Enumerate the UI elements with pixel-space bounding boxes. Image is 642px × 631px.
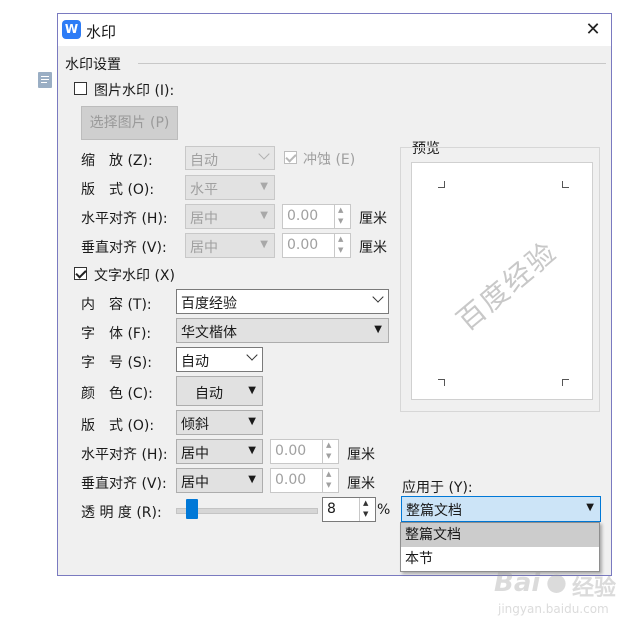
dropdown-arrow-icon: ▼ [248, 385, 256, 396]
group-divider [138, 63, 606, 64]
dropdown-arrow-icon: ▼ [374, 324, 382, 335]
text-v-align-select[interactable]: 居中 ▼ [176, 468, 263, 493]
text-watermark-checkbox[interactable] [74, 267, 87, 280]
picture-h-align-select[interactable]: 居中 ▼ [185, 204, 275, 229]
dropdown-arrow-icon: ▼ [248, 416, 256, 427]
wps-app-icon: W [62, 20, 81, 39]
close-icon[interactable]: ✕ [581, 18, 605, 42]
baidu-paw-icon: ● [546, 568, 567, 596]
text-v-offset-spinner[interactable]: 0.00 ▲ ▼ [270, 468, 339, 493]
font-select[interactable]: 华文楷体 ▼ [176, 318, 389, 343]
picture-layout-label: 版 式 (O): [81, 182, 155, 198]
dropdown-arrow-icon: ▼ [260, 181, 268, 192]
apply-to-select[interactable]: 整篇文档 ▼ [401, 496, 601, 522]
spin-down-icon[interactable]: ▼ [326, 481, 331, 489]
document-icon [38, 72, 52, 88]
spin-up-icon[interactable]: ▲ [326, 470, 331, 478]
margin-mark-top-right [562, 181, 569, 188]
text-v-align-label: 垂直对齐 (V): [81, 476, 167, 492]
preview-watermark-text: 百度经验 [450, 234, 564, 338]
transparency-spinner[interactable]: 8 ▲ ▼ [322, 497, 376, 522]
picture-v-offset-spinner[interactable]: 0.00 ▲ ▼ [282, 233, 351, 258]
apply-option-whole-document[interactable]: 整篇文档 [401, 523, 599, 547]
select-picture-button[interactable]: 选择图片 (P) [81, 106, 178, 140]
spin-down-icon[interactable]: ▼ [326, 452, 331, 460]
dropdown-arrow-icon: ▼ [260, 210, 268, 221]
text-watermark-label: 文字水印 (X) [94, 268, 175, 284]
transparency-unit: % [377, 502, 391, 518]
baidu-jingyan-watermark: Bai ● 经验 jingyan.baidu.com [492, 566, 638, 626]
dropdown-arrow-icon: ▼ [248, 445, 256, 456]
chevron-down-icon [246, 349, 258, 361]
picture-h-align-label: 水平对齐 (H): [81, 211, 168, 227]
chevron-down-icon [372, 291, 384, 303]
margin-mark-bottom-left [438, 379, 445, 386]
baidu-url-text: jingyan.baidu.com [498, 602, 609, 616]
dropdown-arrow-icon: ▼ [248, 474, 256, 485]
text-layout-label: 版 式 (O): [81, 418, 155, 434]
picture-watermark-label: 图片水印 (I): [94, 83, 175, 99]
margin-mark-bottom-right [562, 379, 569, 386]
picture-h-unit: 厘米 [359, 211, 387, 227]
text-h-align-label: 水平对齐 (H): [81, 447, 168, 463]
picture-v-align-select[interactable]: 居中 ▼ [185, 233, 275, 258]
content-select[interactable]: 百度经验 [176, 289, 389, 314]
picture-h-offset-spinner[interactable]: 0.00 ▲ ▼ [282, 204, 351, 229]
scale-select[interactable]: 自动 [185, 146, 275, 170]
picture-watermark-checkbox[interactable] [74, 82, 87, 95]
transparency-label: 透 明 度 (R): [81, 505, 162, 521]
spin-up-icon[interactable]: ▲ [338, 235, 343, 243]
font-label: 字 体 (F): [81, 326, 152, 342]
picture-layout-select[interactable]: 水平 ▼ [185, 175, 275, 200]
group-title: 水印设置 [65, 57, 121, 73]
content-label: 内 容 (T): [81, 297, 152, 313]
size-select[interactable]: 自动 [176, 347, 263, 372]
baidu-brand-text: Bai [494, 568, 541, 598]
text-h-unit: 厘米 [347, 447, 375, 463]
text-h-offset-spinner[interactable]: 0.00 ▲ ▼ [270, 439, 339, 464]
picture-v-unit: 厘米 [359, 240, 387, 256]
spin-up-icon[interactable]: ▲ [338, 206, 343, 214]
spin-up-icon[interactable]: ▲ [326, 441, 331, 449]
color-select[interactable]: 自动 ▼ [176, 376, 263, 406]
washout-checkbox[interactable] [284, 151, 297, 164]
baidu-brand-suffix: 经验 [572, 576, 617, 601]
transparency-slider-thumb[interactable] [186, 499, 198, 519]
color-label: 颜 色 (C): [81, 386, 153, 402]
dropdown-arrow-icon: ▼ [260, 239, 268, 250]
washout-label: 冲蚀 (E) [303, 152, 356, 168]
spin-up-icon[interactable]: ▲ [363, 499, 368, 507]
text-layout-select[interactable]: 倾斜 ▼ [176, 410, 263, 435]
margin-mark-top-left [438, 181, 445, 188]
title-bar: W 水印 ✕ [58, 14, 611, 46]
dialog-title: 水印 [86, 23, 117, 41]
scale-label: 缩 放 (Z): [81, 153, 153, 169]
size-label: 字 号 (S): [81, 355, 152, 371]
chevron-down-icon [258, 148, 270, 160]
dropdown-arrow-icon: ▼ [586, 502, 594, 513]
text-h-align-select[interactable]: 居中 ▼ [176, 439, 263, 464]
apply-to-label: 应用于 (Y): [402, 480, 473, 496]
apply-to-dropdown-list: 整篇文档 本节 [400, 522, 600, 572]
text-v-unit: 厘米 [347, 476, 375, 492]
spin-down-icon[interactable]: ▼ [363, 510, 368, 518]
spin-down-icon[interactable]: ▼ [338, 217, 343, 225]
preview-page: 百度经验 [411, 162, 593, 400]
picture-v-align-label: 垂直对齐 (V): [81, 240, 167, 256]
spin-down-icon[interactable]: ▼ [338, 246, 343, 254]
watermark-dialog: W 水印 ✕ 水印设置 图片水印 (I): 选择图片 (P) 缩 放 (Z): … [57, 13, 612, 576]
